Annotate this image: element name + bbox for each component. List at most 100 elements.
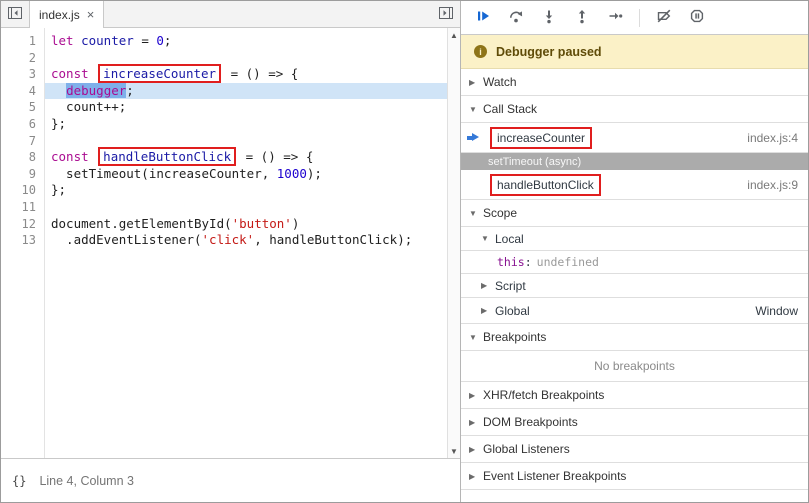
code-token: counter (81, 33, 134, 48)
async-separator: setTimeout (async) (461, 153, 808, 170)
scope-global-value: Window (755, 304, 800, 318)
section-label: Event Listener Breakpoints (483, 469, 626, 483)
line-number[interactable]: 10 (1, 182, 36, 199)
section-watch[interactable]: Watch (461, 69, 808, 96)
section-label: Breakpoints (483, 330, 546, 344)
code-line: let counter = 0; (45, 33, 447, 50)
step-out-button[interactable] (569, 5, 595, 31)
scrollbar-track[interactable] (448, 42, 460, 444)
section-dom-breakpoints[interactable]: DOM Breakpoints (461, 409, 808, 436)
disclosure-triangle-icon (469, 391, 483, 400)
variable-value: undefined (537, 255, 599, 269)
step-button[interactable] (602, 5, 628, 31)
section-breakpoints[interactable]: Breakpoints (461, 324, 808, 351)
caret-position: Line 4, Column 3 (39, 474, 134, 488)
section-scope[interactable]: Scope (461, 200, 808, 227)
code-line: .addEventListener('click', handleButtonC… (45, 232, 447, 249)
show-sidebar-button[interactable] (432, 1, 460, 27)
code-line: }; (45, 182, 447, 199)
close-tab-icon[interactable]: × (87, 10, 95, 20)
toolbar-separator (639, 9, 640, 27)
call-stack-frame[interactable]: increaseCounter index.js:4 (461, 123, 808, 153)
code-line: document.getElementById('button') (45, 216, 447, 233)
section-global-listeners[interactable]: Global Listeners (461, 436, 808, 463)
call-stack-frame[interactable]: handleButtonClickindex.js:9 (461, 170, 808, 200)
show-sidebar-icon (438, 5, 454, 24)
tab-index-js[interactable]: index.js × (29, 1, 104, 28)
disclosure-triangle-icon (469, 472, 483, 481)
disclosure-triangle-icon (481, 234, 495, 243)
code-token: 0 (156, 33, 164, 48)
line-number[interactable]: 8 (1, 149, 36, 166)
line-number[interactable]: 7 (1, 133, 36, 150)
paused-banner-text: Debugger paused (496, 45, 602, 59)
scope-local-row[interactable]: Local (461, 227, 808, 251)
section-label: Scope (483, 206, 517, 220)
code-token: ; (164, 33, 172, 48)
section-call-stack[interactable]: Call Stack (461, 96, 808, 123)
scope-script-label: Script (495, 279, 526, 293)
line-number[interactable]: 5 (1, 99, 36, 116)
code-token: 'button' (232, 216, 292, 231)
separator: : (525, 255, 532, 269)
info-icon (474, 45, 487, 58)
pretty-print-button[interactable]: {} (9, 472, 29, 490)
scroll-up-icon[interactable]: ▲ (448, 28, 460, 42)
section-label: XHR/fetch Breakpoints (483, 388, 604, 402)
code-token: , handleButtonClick); (254, 232, 412, 247)
tabbar-spacer (104, 1, 432, 27)
frame-location: index.js:4 (747, 131, 800, 145)
code-token (74, 33, 82, 48)
code-token (51, 83, 66, 98)
sources-panel: index.js × 12345678910111213 let counter… (1, 1, 461, 502)
hide-navigator-button[interactable] (1, 1, 29, 27)
section-xhr-breakpoints[interactable]: XHR/fetch Breakpoints (461, 382, 808, 409)
editor-tabbar: index.js × (1, 1, 460, 28)
resume-icon (475, 8, 491, 27)
disclosure-triangle-icon (469, 209, 483, 218)
scroll-down-icon[interactable]: ▼ (448, 444, 460, 458)
code-token: = (134, 33, 157, 48)
code-editor[interactable]: 12345678910111213 let counter = 0;const … (1, 28, 460, 458)
scope-script-row[interactable]: Script (461, 274, 808, 298)
scope-global-row[interactable]: Global Window (461, 298, 808, 324)
annotation-box: handleButtonClick (98, 147, 236, 166)
code-lines[interactable]: let counter = 0;const increaseCounter = … (45, 28, 447, 458)
step-into-button[interactable] (536, 5, 562, 31)
step-into-icon (541, 8, 557, 27)
section-label: Global Listeners (483, 442, 570, 456)
code-token: document.getElementById( (51, 216, 232, 231)
code-token (89, 149, 97, 164)
debugger-paused-banner: Debugger paused (461, 35, 808, 69)
disclosure-triangle-icon (469, 78, 483, 87)
step-over-button[interactable] (503, 5, 529, 31)
line-number[interactable]: 4 (1, 83, 36, 100)
pause-on-exceptions-icon (689, 8, 705, 27)
line-number[interactable]: 11 (1, 199, 36, 216)
pause-on-exceptions-button[interactable] (684, 5, 710, 31)
editor-scrollbar[interactable]: ▲ ▼ (447, 28, 460, 458)
step-out-icon (574, 8, 590, 27)
line-number[interactable]: 6 (1, 116, 36, 133)
code-token: 'click' (202, 232, 255, 247)
scope-this-row[interactable]: this: undefined (461, 251, 808, 274)
frame-function-name: handleButtonClick (490, 174, 601, 196)
disclosure-triangle-icon (481, 306, 495, 315)
resume-button[interactable] (470, 5, 496, 31)
variable-name: this (497, 255, 525, 269)
current-frame-arrow-icon (467, 133, 479, 142)
line-number[interactable]: 3 (1, 66, 36, 83)
code-token: count++; (51, 99, 126, 114)
frame-function-name: increaseCounter (490, 127, 592, 149)
line-number[interactable]: 2 (1, 50, 36, 67)
line-number[interactable]: 13 (1, 232, 36, 249)
code-line (45, 199, 447, 216)
line-number[interactable]: 9 (1, 166, 36, 183)
section-event-listener-breakpoints[interactable]: Event Listener Breakpoints (461, 463, 808, 490)
deactivate-breakpoints-button[interactable] (651, 5, 677, 31)
code-token: }; (51, 116, 66, 131)
code-line: count++; (45, 99, 447, 116)
line-number[interactable]: 12 (1, 216, 36, 233)
line-number[interactable]: 1 (1, 33, 36, 50)
step-icon (607, 8, 623, 27)
